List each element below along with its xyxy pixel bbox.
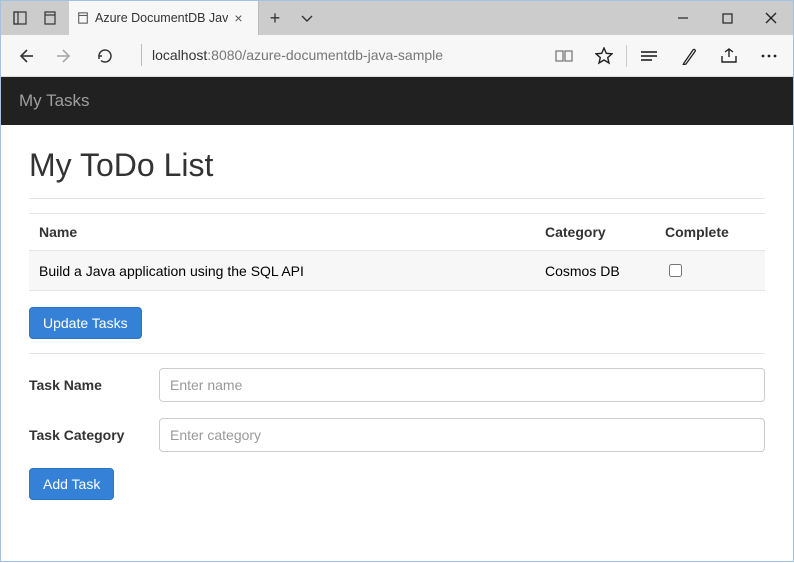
browser-tab[interactable]: Azure DocumentDB Jav × <box>69 1 259 35</box>
task-category-label: Task Category <box>29 418 159 444</box>
address-bar[interactable]: localhost:8080/azure-documentdb-java-sam… <box>135 41 534 71</box>
window-minimize-button[interactable] <box>661 1 705 35</box>
app-navbar: My Tasks <box>1 77 793 125</box>
task-name-input[interactable] <box>159 368 765 402</box>
col-name-header: Name <box>29 214 535 251</box>
set-aside-icon[interactable] <box>37 5 63 31</box>
table-row: Build a Java application using the SQL A… <box>29 251 765 291</box>
share-icon[interactable] <box>709 35 749 77</box>
cell-category: Cosmos DB <box>535 251 655 291</box>
tab-actions-icon[interactable] <box>291 1 323 35</box>
divider <box>29 198 765 199</box>
table-header-row: Name Category Complete <box>29 214 765 251</box>
update-tasks-button[interactable]: Update Tasks <box>29 307 142 339</box>
window-maximize-button[interactable] <box>705 1 749 35</box>
complete-checkbox[interactable] <box>669 264 682 277</box>
col-category-header: Category <box>535 214 655 251</box>
page-viewport: My Tasks My ToDo List Name Category Comp… <box>1 77 793 563</box>
back-button[interactable] <box>5 35 45 77</box>
hub-icon[interactable] <box>629 35 669 77</box>
divider <box>29 353 765 354</box>
form-row-category: Task Category <box>29 418 765 452</box>
favorite-icon[interactable] <box>584 35 624 77</box>
page-content: My ToDo List Name Category Complete Buil… <box>1 125 793 520</box>
form-row-name: Task Name <box>29 368 765 402</box>
notes-icon[interactable] <box>669 35 709 77</box>
window-close-button[interactable] <box>749 1 793 35</box>
forward-button[interactable] <box>45 35 85 77</box>
toolbar-separator <box>626 45 627 67</box>
add-task-button[interactable]: Add Task <box>29 468 114 500</box>
refresh-button[interactable] <box>85 35 125 77</box>
app-brand[interactable]: My Tasks <box>19 91 90 111</box>
tasks-table: Name Category Complete Build a Java appl… <box>29 213 765 291</box>
task-name-label: Task Name <box>29 368 159 394</box>
page-title: My ToDo List <box>29 147 765 184</box>
cell-name: Build a Java application using the SQL A… <box>29 251 535 291</box>
titlebar-left-buttons <box>1 1 63 35</box>
col-complete-header: Complete <box>655 214 765 251</box>
page-icon <box>77 12 89 24</box>
more-icon[interactable] <box>749 35 789 77</box>
task-category-input[interactable] <box>159 418 765 452</box>
tabs-aside-icon[interactable] <box>7 5 33 31</box>
reading-view-icon[interactable] <box>544 35 584 77</box>
address-bar-row: localhost:8080/azure-documentdb-java-sam… <box>1 35 793 77</box>
window-titlebar: Azure DocumentDB Jav × + <box>1 1 793 35</box>
tab-close-icon[interactable]: × <box>234 10 242 26</box>
tab-title: Azure DocumentDB Jav <box>95 11 228 25</box>
new-tab-button[interactable]: + <box>259 1 291 35</box>
cell-complete <box>655 251 765 291</box>
address-text: localhost:8080/azure-documentdb-java-sam… <box>142 47 443 63</box>
